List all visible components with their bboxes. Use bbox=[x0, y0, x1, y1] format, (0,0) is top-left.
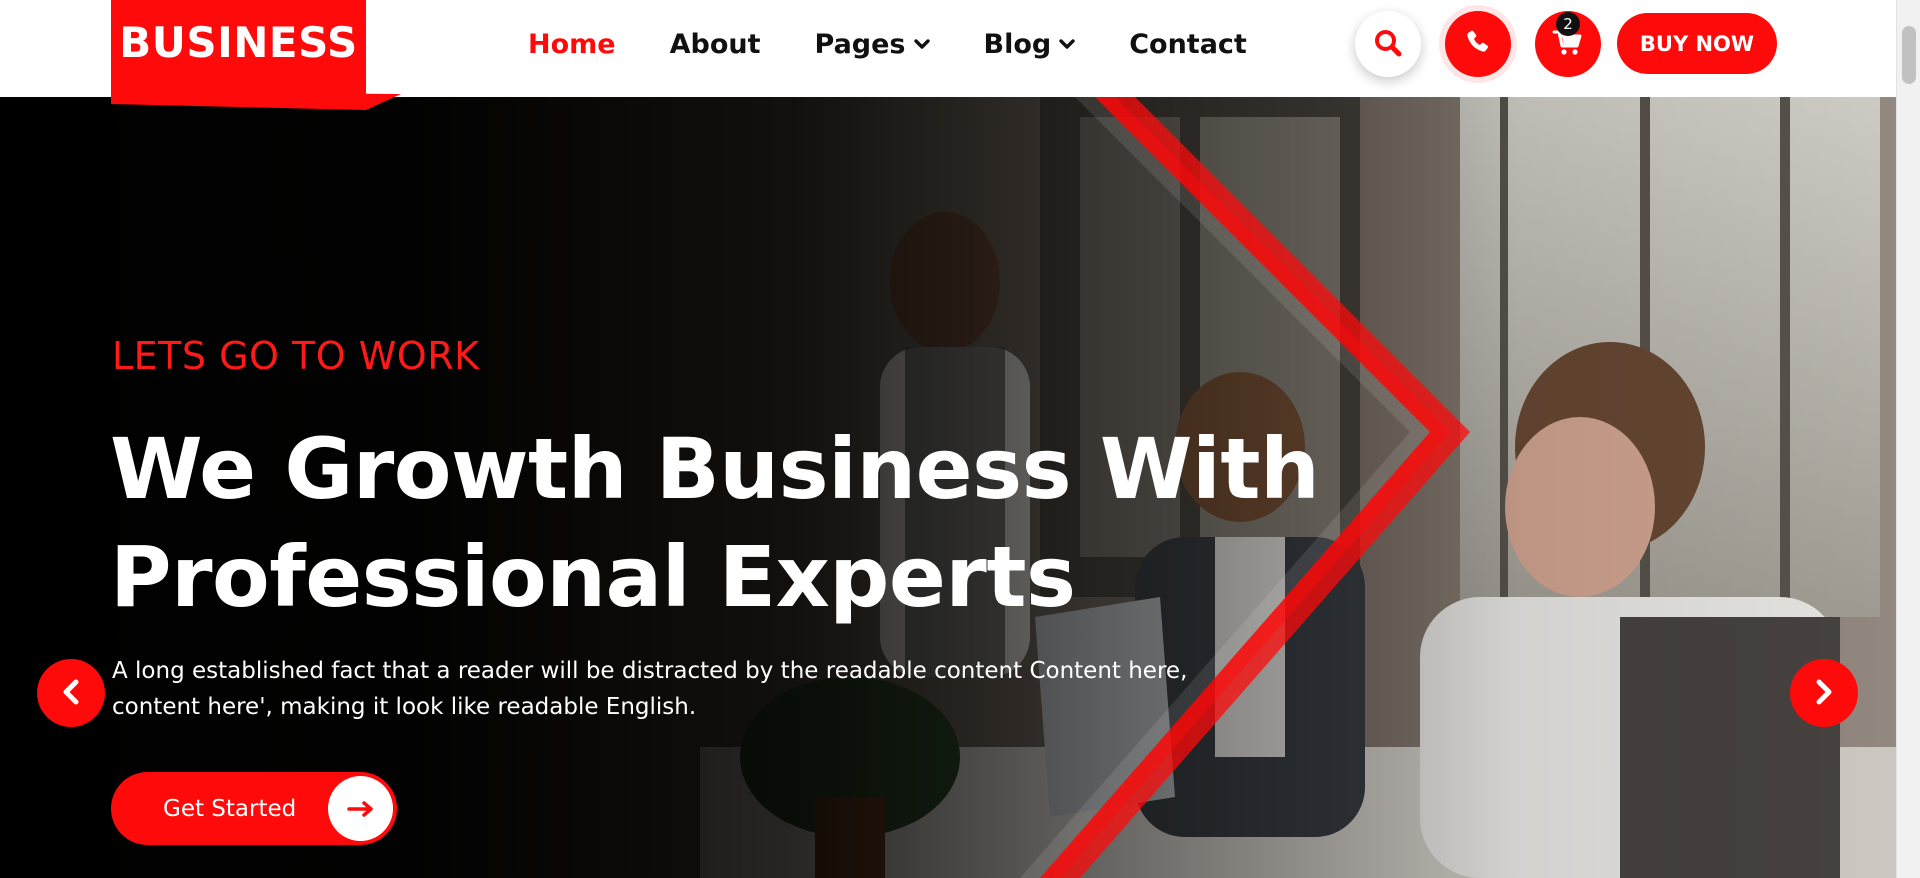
hero-description: A long established fact that a reader wi… bbox=[112, 658, 1188, 720]
get-started-button[interactable]: Get Started bbox=[111, 772, 397, 845]
scrollbar-thumb[interactable] bbox=[1902, 26, 1916, 84]
hero-slider: LETS GO TO WORK We Growth Business With … bbox=[0, 97, 1896, 878]
chevron-left-icon bbox=[59, 678, 83, 709]
chevron-right-icon bbox=[1812, 678, 1836, 709]
nav-item-label: Contact bbox=[1129, 28, 1247, 60]
nav-item-label: Blog bbox=[983, 28, 1052, 60]
chevron-down-icon bbox=[1059, 38, 1075, 50]
phone-button[interactable] bbox=[1445, 11, 1511, 77]
arrow-right-icon bbox=[328, 776, 393, 841]
nav-item-home[interactable]: Home bbox=[528, 29, 616, 60]
search-icon bbox=[1373, 28, 1403, 61]
get-started-label: Get Started bbox=[163, 795, 297, 822]
main-nav: Home About Pages Blog Contact bbox=[528, 24, 1301, 64]
site-header: BUSINESS Home About Pages Blog Contact 2… bbox=[0, 0, 1896, 97]
nav-item-label: About bbox=[669, 28, 761, 60]
nav-item-label: Pages bbox=[814, 28, 906, 60]
slider-next-button[interactable] bbox=[1790, 659, 1858, 727]
nav-item-label: Home bbox=[528, 28, 616, 60]
nav-item-pages[interactable]: Pages bbox=[815, 29, 930, 60]
hero-eyebrow: LETS GO TO WORK bbox=[112, 334, 480, 378]
buy-now-button[interactable]: BUY NOW bbox=[1617, 13, 1777, 74]
slider-prev-button[interactable] bbox=[37, 659, 105, 727]
nav-item-contact[interactable]: Contact bbox=[1129, 29, 1247, 60]
search-button[interactable] bbox=[1355, 11, 1421, 77]
cart-count-badge: 2 bbox=[1556, 12, 1580, 36]
phone-icon bbox=[1463, 28, 1493, 61]
page-scrollbar[interactable] bbox=[1896, 0, 1920, 878]
hero-headline: We Growth Business With Professional Exp… bbox=[110, 415, 1410, 631]
logo[interactable]: BUSINESS bbox=[111, 0, 366, 96]
nav-item-about[interactable]: About bbox=[670, 29, 761, 60]
hero-headline-line: We Growth Business With bbox=[110, 420, 1320, 518]
logo-ribbon-tail bbox=[111, 92, 401, 110]
nav-item-blog[interactable]: Blog bbox=[984, 29, 1076, 60]
hero-headline-line: Professional Experts bbox=[110, 528, 1076, 626]
chevron-down-icon bbox=[913, 38, 930, 50]
logo-text: BUSINESS bbox=[119, 18, 358, 67]
